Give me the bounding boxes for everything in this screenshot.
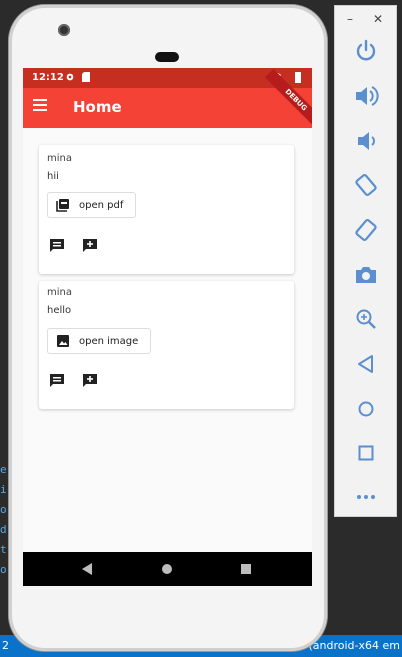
rotate-right-icon[interactable]: [353, 217, 379, 243]
post-message: hii: [47, 171, 59, 182]
post-message: hello: [47, 305, 72, 316]
menu-button[interactable]: [33, 99, 49, 117]
battery-icon: [295, 72, 301, 83]
volume-up-icon[interactable]: [353, 83, 379, 109]
sd-card-icon: [82, 72, 90, 82]
volume-down-icon[interactable]: [353, 128, 379, 154]
rotate-left-icon[interactable]: [353, 172, 379, 198]
close-icon[interactable]: ✕: [373, 12, 383, 26]
open-attachment-button[interactable]: open image: [47, 328, 152, 354]
back-icon[interactable]: [353, 351, 379, 377]
nav-home-icon[interactable]: [162, 564, 172, 574]
minimize-icon[interactable]: –: [347, 12, 353, 26]
phone-screen: 12:12 Home DEBUG mina hii open pdf mina …: [23, 68, 312, 586]
phone-frame: 12:12 Home DEBUG mina hii open pdf mina …: [9, 5, 327, 651]
post-author: mina: [47, 287, 72, 298]
overview-icon[interactable]: [353, 440, 379, 466]
attachment-label: open image: [79, 335, 139, 347]
settings-icon: [66, 73, 74, 81]
zoom-icon[interactable]: [353, 306, 379, 332]
emulator-toolbar: – ✕: [334, 5, 397, 517]
add-comment-icon[interactable]: [82, 238, 98, 254]
speaker-grille: [155, 52, 179, 62]
open-attachment-button[interactable]: open pdf: [47, 192, 137, 218]
app-bar: Home DEBUG: [23, 68, 312, 132]
nav-recents-icon[interactable]: [241, 564, 251, 574]
pdf-icon: [56, 199, 69, 212]
post-card: mina hii open pdf: [39, 145, 294, 274]
front-camera-icon: [58, 24, 70, 36]
attachment-label: open pdf: [79, 199, 124, 211]
comment-icon[interactable]: [49, 238, 65, 254]
camera-icon[interactable]: [353, 262, 379, 288]
nav-back-icon[interactable]: [81, 563, 93, 575]
page-title: Home: [73, 98, 122, 116]
system-nav-bar: [23, 552, 312, 586]
add-comment-icon[interactable]: [82, 373, 98, 389]
status-time: 12:12: [32, 72, 64, 83]
home-icon[interactable]: [353, 396, 379, 422]
post-card: mina hello open image: [39, 281, 294, 409]
post-author: mina: [47, 153, 72, 164]
more-icon[interactable]: [353, 484, 379, 510]
power-icon[interactable]: [353, 38, 379, 64]
ide-status-left: 2: [2, 639, 9, 652]
comment-icon[interactable]: [49, 373, 65, 389]
image-icon: [57, 335, 69, 347]
